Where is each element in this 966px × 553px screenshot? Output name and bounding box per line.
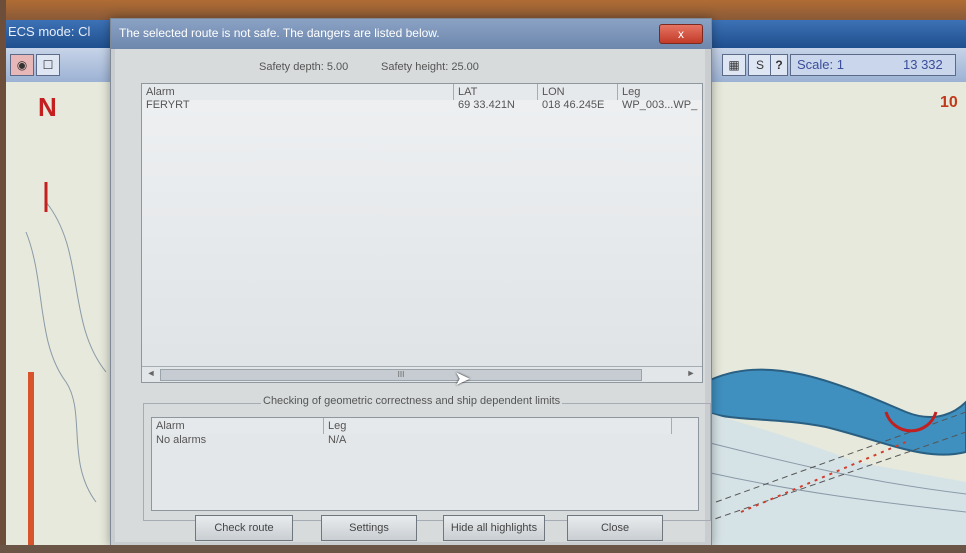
check-route-button[interactable]: Check route: [195, 515, 293, 541]
dialog-title: The selected route is not safe. The dang…: [119, 26, 440, 40]
scale-value: 13 332: [903, 57, 943, 72]
mouse-cursor-icon: ➤: [454, 368, 471, 390]
geometric-alarms-list[interactable]: Alarm Leg No alarms N/A: [151, 417, 699, 511]
monitor-bezel-left: [0, 0, 6, 553]
col-header-alarm-2[interactable]: Alarm: [152, 418, 324, 434]
row-leg-2: N/A: [328, 434, 347, 446]
row-alarm: FERYRT: [146, 99, 190, 111]
settings-button[interactable]: Settings: [321, 515, 417, 541]
geometric-check-title: Checking of geometric correctness and sh…: [261, 395, 563, 407]
scale-label: Scale: 1: [797, 57, 844, 72]
scroll-left-icon[interactable]: ◄: [144, 368, 158, 381]
row-lon: 018 46.245E: [542, 99, 605, 111]
row-lat: 69 33.421N: [458, 99, 515, 111]
col-header-leg[interactable]: Leg: [618, 84, 702, 100]
col-header-lon[interactable]: LON: [538, 84, 618, 100]
scroll-thumb[interactable]: III: [160, 369, 642, 381]
dialog-close-icon[interactable]: x: [659, 24, 703, 44]
route-toolbar-icon[interactable]: ☐: [36, 54, 60, 76]
north-arrow-icon: N: [38, 92, 57, 122]
dangers-list[interactable]: Alarm LAT LON Leg FERYRT 69 33.421N 018 …: [141, 83, 703, 383]
row-leg: WP_003...WP_: [622, 99, 698, 111]
col-header-lat[interactable]: LAT: [454, 84, 538, 100]
horizontal-scrollbar[interactable]: ◄ III ►: [142, 366, 702, 382]
monitor-bezel-bottom: [0, 545, 966, 553]
help-toolbar-button[interactable]: ?: [770, 54, 788, 76]
safety-height: Safety height: 25.00: [381, 61, 479, 73]
alarm-toolbar-icon[interactable]: ◉: [10, 54, 34, 76]
row-alarm-2: No alarms: [156, 434, 207, 446]
scroll-right-icon[interactable]: ►: [684, 368, 698, 381]
dialog-titlebar[interactable]: The selected route is not safe. The dang…: [111, 19, 711, 49]
safety-depth: Safety depth: 5.00: [259, 61, 349, 73]
s-toolbar-button[interactable]: S: [748, 54, 772, 76]
corner-number: 10: [940, 94, 958, 111]
app-title: ECS mode: Cl: [8, 24, 91, 39]
grid-toolbar-icon[interactable]: ▦: [722, 54, 746, 76]
col-header-alarm[interactable]: Alarm: [142, 84, 454, 100]
hide-highlights-button[interactable]: Hide all highlights: [443, 515, 545, 541]
monitor-bezel-top: [0, 0, 966, 20]
scale-box[interactable]: Scale: 1 13 332: [790, 54, 956, 76]
route-dangers-dialog: The selected route is not safe. The dang…: [110, 18, 712, 547]
close-button[interactable]: Close: [567, 515, 663, 541]
col-header-leg-2[interactable]: Leg: [324, 418, 672, 434]
